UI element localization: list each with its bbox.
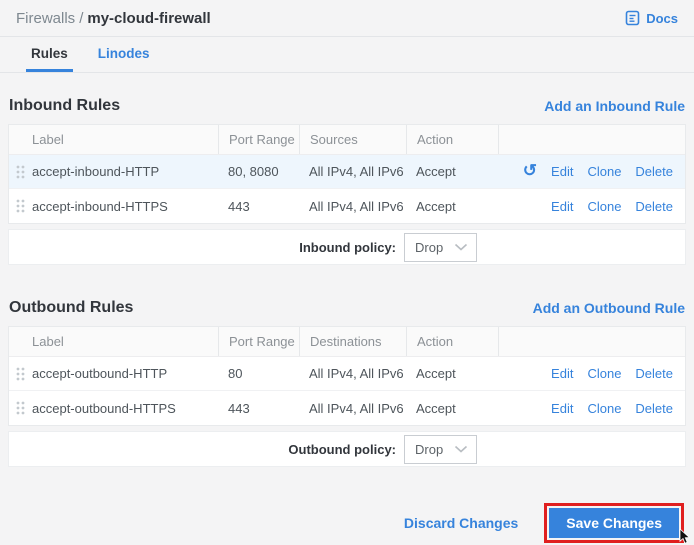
rule-destinations: All IPv4, All IPv6 <box>299 366 406 381</box>
docs-icon <box>625 10 640 26</box>
rule-action: Accept <box>406 366 498 381</box>
save-changes-button[interactable]: Save Changes <box>549 508 679 538</box>
rule-port-range: 80, 8080 <box>218 164 299 179</box>
column-header-port-range: Port Range <box>218 125 299 154</box>
edit-link[interactable]: Edit <box>551 199 573 214</box>
column-header-port-range: Port Range <box>218 327 299 356</box>
column-header-label: Label <box>9 125 218 154</box>
page-title: my-cloud-firewall <box>87 10 210 27</box>
inbound-policy-select[interactable]: Drop <box>404 233 477 262</box>
column-header-actions-blank <box>498 125 685 154</box>
drag-handle-icon[interactable] <box>16 401 25 416</box>
inbound-policy-label: Inbound policy: <box>201 240 396 255</box>
rule-destinations: All IPv4, All IPv6 <box>299 401 406 416</box>
rule-port-range: 443 <box>218 401 299 416</box>
breadcrumb-firewalls[interactable]: Firewalls <box>16 10 75 27</box>
rule-port-range: 80 <box>218 366 299 381</box>
add-inbound-rule-link[interactable]: Add an Inbound Rule <box>544 98 685 114</box>
column-header-destinations: Destinations <box>299 327 406 356</box>
annotation-highlight-box: Save Changes <box>544 503 684 543</box>
rule-sources: All IPv4, All IPv6 <box>299 164 406 179</box>
docs-label: Docs <box>646 11 678 26</box>
rule-label: accept-outbound-HTTP <box>9 366 218 381</box>
outbound-policy-row: Outbound policy: Drop <box>8 431 686 467</box>
inbound-policy-row: Inbound policy: Drop <box>8 229 686 265</box>
column-header-action: Action <box>406 327 498 356</box>
inbound-table-header: Label Port Range Sources Action <box>9 125 685 155</box>
inbound-rules-title: Inbound Rules <box>9 97 120 115</box>
table-row-accept-inbound-http: accept-inbound-HTTP 80, 8080 All IPv4, A… <box>9 155 685 189</box>
delete-link[interactable]: Delete <box>635 366 673 381</box>
rule-label: accept-outbound-HTTPS <box>9 401 218 416</box>
inbound-rules-section: Inbound Rules Add an Inbound Rule Label … <box>8 97 686 265</box>
column-header-label: Label <box>9 327 218 356</box>
breadcrumb: Firewalls/my-cloud-firewall <box>16 10 211 27</box>
clone-link[interactable]: Clone <box>587 199 621 214</box>
delete-link[interactable]: Delete <box>635 401 673 416</box>
tab-bar: Rules Linodes <box>0 37 694 73</box>
discard-changes-link[interactable]: Discard Changes <box>404 515 518 531</box>
tab-rules[interactable]: Rules <box>26 37 73 72</box>
outbound-rules-table: Label Port Range Destinations Action acc… <box>8 326 686 426</box>
rule-action: Accept <box>406 401 498 416</box>
chevron-down-icon <box>454 243 468 251</box>
footer-actions: Discard Changes Save Changes <box>0 503 684 543</box>
rule-sources: All IPv4, All IPv6 <box>299 199 406 214</box>
column-header-actions-blank <box>498 327 685 356</box>
page-header: Firewalls/my-cloud-firewall Docs <box>0 0 694 37</box>
add-outbound-rule-link[interactable]: Add an Outbound Rule <box>533 300 685 316</box>
clone-link[interactable]: Clone <box>587 366 621 381</box>
outbound-policy-label: Outbound policy: <box>201 442 396 457</box>
table-row-accept-outbound-http: accept-outbound-HTTP 80 All IPv4, All IP… <box>9 357 685 391</box>
clone-link[interactable]: Clone <box>587 401 621 416</box>
undo-icon[interactable]: ↺ <box>523 162 537 179</box>
outbound-table-header: Label Port Range Destinations Action <box>9 327 685 357</box>
rule-label: accept-inbound-HTTPS <box>9 199 218 214</box>
column-header-sources: Sources <box>299 125 406 154</box>
edit-link[interactable]: Edit <box>551 366 573 381</box>
edit-link[interactable]: Edit <box>551 401 573 416</box>
rule-action: Accept <box>406 164 498 179</box>
delete-link[interactable]: Delete <box>635 164 673 179</box>
outbound-policy-select[interactable]: Drop <box>404 435 477 464</box>
drag-handle-icon[interactable] <box>16 199 25 214</box>
chevron-down-icon <box>454 445 468 453</box>
table-row-accept-inbound-https: accept-inbound-HTTPS 443 All IPv4, All I… <box>9 189 685 223</box>
rule-label: accept-inbound-HTTP <box>9 164 218 179</box>
outbound-rules-section: Outbound Rules Add an Outbound Rule Labe… <box>8 299 686 467</box>
delete-link[interactable]: Delete <box>635 199 673 214</box>
inbound-rules-table: Label Port Range Sources Action accept-i… <box>8 124 686 224</box>
rule-action: Accept <box>406 199 498 214</box>
drag-handle-icon[interactable] <box>16 366 25 381</box>
drag-handle-icon[interactable] <box>16 164 25 179</box>
column-header-action: Action <box>406 125 498 154</box>
outbound-rules-title: Outbound Rules <box>9 299 133 317</box>
rule-port-range: 443 <box>218 199 299 214</box>
outbound-policy-value: Drop <box>415 442 443 457</box>
clone-link[interactable]: Clone <box>587 164 621 179</box>
inbound-policy-value: Drop <box>415 240 443 255</box>
docs-link[interactable]: Docs <box>625 10 678 26</box>
breadcrumb-separator: / <box>79 10 83 27</box>
tab-linodes[interactable]: Linodes <box>93 37 155 72</box>
edit-link[interactable]: Edit <box>551 164 573 179</box>
table-row-accept-outbound-https: accept-outbound-HTTPS 443 All IPv4, All … <box>9 391 685 425</box>
